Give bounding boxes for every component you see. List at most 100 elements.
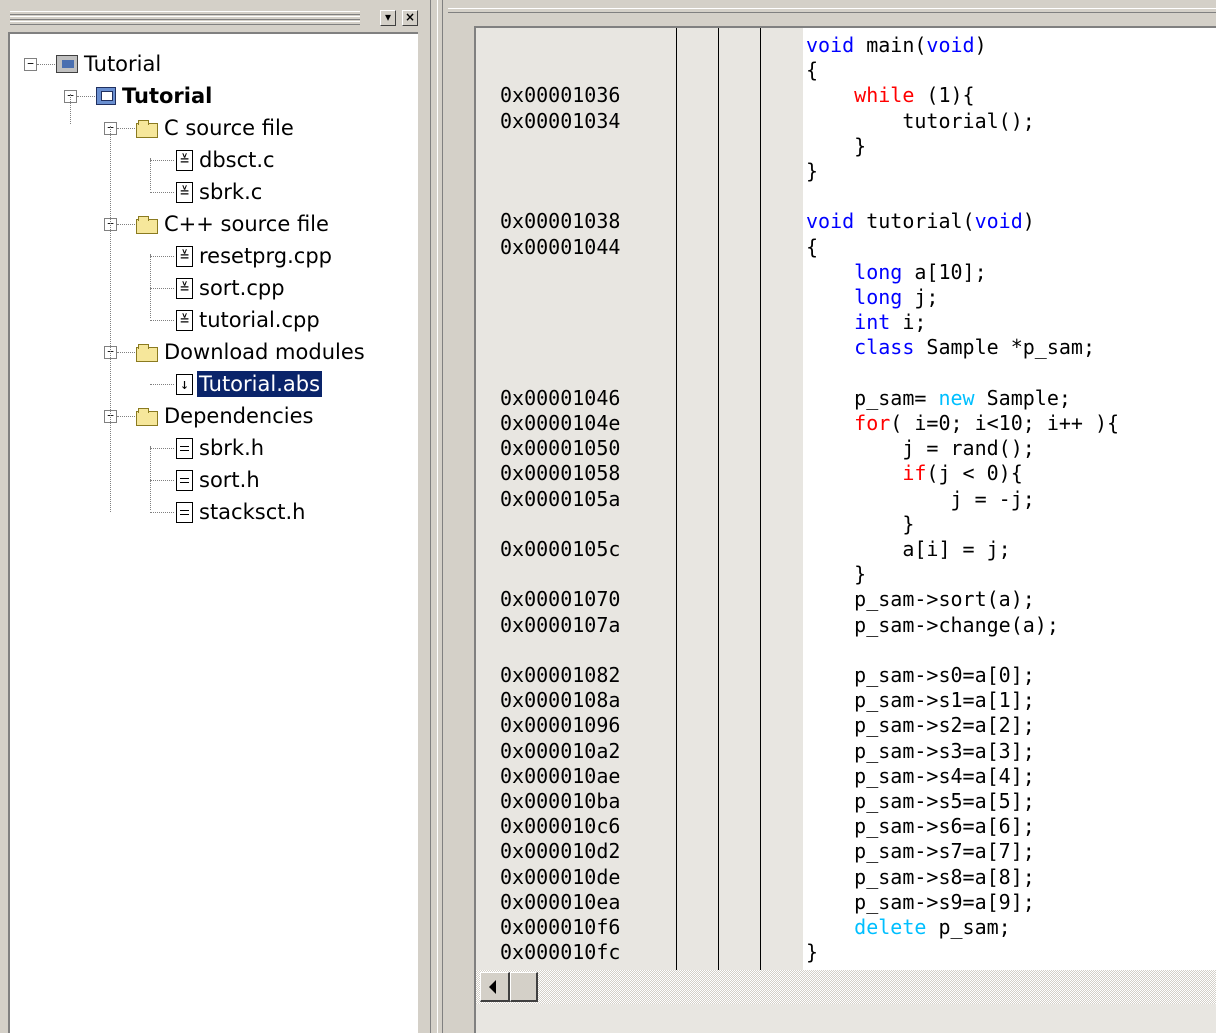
source-line[interactable]: 0x00001096 p_sam->s2=a[2];	[476, 712, 1216, 738]
source-line[interactable]: }	[476, 158, 1216, 184]
code-text: p_sam->s9=a[9];	[806, 889, 1035, 915]
tree-item[interactable]: ≚ dbsct.c	[176, 144, 277, 176]
source-line[interactable]: }	[476, 511, 1216, 537]
code-text: while (1){	[806, 82, 974, 108]
keyword-token: if	[902, 461, 927, 486]
source-line[interactable]: 0x00001044 {	[476, 234, 1216, 260]
source-line[interactable]: 0x00001034 tutorial();	[476, 108, 1216, 134]
source-line[interactable]	[476, 183, 1216, 209]
tree-item[interactable]: ≚ tutorial.cpp	[176, 304, 322, 336]
code-text: if(j < 0){	[806, 460, 1023, 486]
code-text: p_sam= new Sample;	[806, 385, 1071, 411]
source-line[interactable]: 0x000010a2 p_sam->s3=a[3];	[476, 738, 1216, 764]
code-token: (j < 0){	[926, 461, 1023, 486]
source-line[interactable]: 0x00001082 p_sam->s0=a[0];	[476, 662, 1216, 688]
source-line[interactable]: 0x000010de p_sam->s8=a[8];	[476, 864, 1216, 890]
tree-item-label: sort.cpp	[199, 276, 285, 300]
source-line[interactable]: }	[476, 561, 1216, 587]
drag-grip[interactable]	[10, 21, 360, 25]
source-line[interactable]: 0x000010f6 delete p_sam;	[476, 914, 1216, 940]
source-line[interactable]: 0x0000105a j = -j;	[476, 486, 1216, 512]
source-line[interactable]: 0x000010fc}	[476, 939, 1216, 965]
code-token: )	[974, 33, 987, 57]
source-line[interactable]	[476, 637, 1216, 663]
code-token: Sample;	[974, 385, 1071, 410]
code-text: tutorial();	[806, 108, 1034, 134]
code-text: class Sample *p_sam;	[806, 334, 1095, 360]
tree-item-label: Download modules	[164, 340, 365, 364]
keyword-token: while	[854, 83, 915, 108]
drag-grip[interactable]	[10, 16, 360, 20]
horizontal-scrollbar[interactable]	[476, 970, 1216, 1004]
source-line[interactable]: {	[476, 57, 1216, 83]
scroll-thumb[interactable]	[510, 972, 538, 1002]
source-line[interactable]: 0x000010ae p_sam->s4=a[4];	[476, 763, 1216, 789]
code-token: j;	[902, 285, 939, 309]
tree-item[interactable]: ≚ sort.cpp	[176, 272, 287, 304]
tree-item[interactable]: ≚ resetprg.cpp	[176, 240, 334, 272]
source-line[interactable]: 0x0000104e for( i=0; i<10; i++ ){	[476, 410, 1216, 436]
tree-item[interactable]: ↓ Tutorial.abs	[176, 368, 323, 400]
dock-menu-button[interactable]: ▾	[380, 10, 396, 26]
source-line[interactable]: 0x000010ba p_sam->s5=a[5];	[476, 788, 1216, 814]
source-line[interactable]: 0x00001050 j = rand();	[476, 435, 1216, 461]
keyword-token: void	[974, 209, 1023, 234]
code-token: {	[806, 58, 819, 83]
source-line[interactable]: 0x0000108a p_sam->s1=a[1];	[476, 687, 1216, 713]
tree-item[interactable]: sort.h	[176, 464, 262, 496]
tree-item-label: Tutorial	[84, 52, 162, 76]
source-line[interactable]: long j;	[476, 284, 1216, 310]
tree-connector	[110, 126, 111, 512]
source-line[interactable]: }	[476, 133, 1216, 159]
source-line[interactable]: int i;	[476, 309, 1216, 335]
code-token: p_sam->s7=a[7];	[806, 839, 1035, 864]
collapse-toggle[interactable]: −	[24, 58, 37, 71]
source-line[interactable]: 0x00001070 p_sam->sort(a);	[476, 586, 1216, 612]
source-line[interactable]: 0x000010ea p_sam->s9=a[9];	[476, 889, 1216, 915]
source-line[interactable]: 0x00001058 if(j < 0){	[476, 460, 1216, 486]
source-line[interactable]: 0x0000105c a[i] = j;	[476, 536, 1216, 562]
address-cell: 0x000010c6	[500, 814, 621, 839]
scroll-left-button[interactable]	[480, 972, 510, 1002]
source-editor[interactable]: void main(void){0x00001036 while (1){0x0…	[474, 26, 1216, 1033]
code-text: void tutorial(void)	[806, 208, 1035, 234]
code-text: p_sam->s5=a[5];	[806, 788, 1035, 814]
tree-item[interactable]: C++ source file	[136, 208, 331, 240]
tree-item[interactable]: ≚ sbrk.c	[176, 176, 264, 208]
tree-item[interactable]: Tutorial	[56, 48, 163, 80]
source-line[interactable]	[476, 360, 1216, 386]
source-line[interactable]: void main(void)	[476, 32, 1216, 58]
tree-connector	[150, 288, 174, 289]
header-file-icon	[176, 437, 193, 459]
tree-item[interactable]: sbrk.h	[176, 432, 266, 464]
source-line[interactable]: 0x00001038 void tutorial(void)	[476, 208, 1216, 234]
tree-item[interactable]: stacksct.h	[176, 496, 307, 528]
pane-splitter[interactable]	[430, 0, 448, 1033]
workspace-tree[interactable]: Tutorial − Tutorial − C source file − ≚ dbsct.c…	[8, 32, 418, 1033]
source-line[interactable]: 0x0000107a p_sam->change(a);	[476, 612, 1216, 638]
code-text: long a[10];	[806, 259, 986, 285]
tree-item[interactable]: Download modules	[136, 336, 367, 368]
close-pane-button[interactable]: ×	[402, 10, 418, 26]
drag-grip[interactable]	[10, 11, 360, 15]
code-token: main(	[854, 33, 927, 57]
workspace-titlebar[interactable]: ▾ ×	[0, 0, 430, 30]
code-text: {	[806, 57, 818, 83]
tree-item[interactable]: Tutorial	[96, 80, 214, 112]
code-token: p_sam->s8=a[8];	[806, 864, 1035, 889]
source-line[interactable]: class Sample *p_sam;	[476, 334, 1216, 360]
source-line[interactable]: 0x000010d2 p_sam->s7=a[7];	[476, 838, 1216, 864]
source-line[interactable]: 0x00001036 while (1){	[476, 82, 1216, 108]
tree-connector	[117, 224, 135, 225]
code-text: p_sam->s0=a[0];	[806, 662, 1035, 688]
source-line[interactable]: 0x000010c6 p_sam->s6=a[6];	[476, 813, 1216, 839]
code-token: )	[1022, 209, 1035, 234]
tree-item-label: C source file	[164, 116, 294, 140]
code-token: p_sam->s6=a[6];	[806, 814, 1035, 839]
tree-item[interactable]: Dependencies	[136, 400, 315, 432]
tree-item[interactable]: C source file	[136, 112, 296, 144]
source-line[interactable]: long a[10];	[476, 259, 1216, 285]
source-line[interactable]: 0x00001046 p_sam= new Sample;	[476, 385, 1216, 411]
